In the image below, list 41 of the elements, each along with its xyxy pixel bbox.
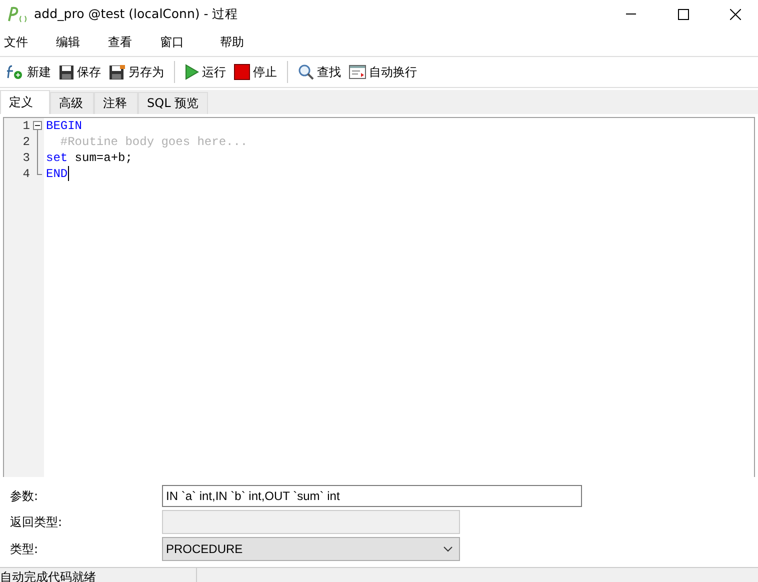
code-editor[interactable]: 1 2 3 4 BEGIN #Routine body goes here... set sum=a+b; END [3, 117, 755, 477]
menu-item[interactable]: 窗口 [160, 34, 216, 50]
toolbar-button[interactable]: 停止 [232, 64, 279, 80]
line-number: 4 [22, 167, 30, 181]
toolbar-button[interactable]: 保存 [57, 64, 103, 80]
parameters-field[interactable]: IN `a` int,IN `b` int,OUT `sum` int [162, 485, 582, 507]
close-icon [730, 8, 740, 20]
tab[interactable]: 定义 [0, 90, 50, 114]
field-label: 返回类型: [10, 514, 64, 530]
toolbar-button[interactable]: 自动换行 [347, 64, 419, 80]
app-logo-icon [6, 5, 28, 23]
menu-item[interactable]: 文件 [4, 34, 52, 50]
line-number: 1 [22, 119, 30, 133]
field-label: 参数: [10, 488, 40, 504]
type-dropdown[interactable]: PROCEDURE [162, 537, 460, 561]
tab[interactable]: 高级 [50, 92, 94, 114]
toolbar-button[interactable]: 新建 [4, 64, 53, 80]
toolbar-button[interactable]: 运行 [183, 64, 228, 80]
toolbar-button[interactable]: 另存为 [107, 64, 166, 80]
collapse-icon[interactable] [33, 118, 42, 134]
line-number: 3 [22, 151, 30, 165]
menu-item[interactable]: 编辑 [56, 34, 104, 50]
code-line: BEGIN [45, 118, 84, 134]
search-icon [298, 64, 314, 80]
code-line: #Routine body goes here... [59, 134, 249, 150]
code-line: END [45, 166, 70, 182]
menu-item[interactable]: 帮助 [220, 34, 268, 50]
menu-item[interactable]: 查看 [108, 34, 156, 50]
stop-icon [234, 64, 250, 80]
chevron-down-icon [443, 546, 453, 552]
text-window-icon [349, 65, 366, 79]
function-add-icon [6, 64, 24, 80]
play-icon [185, 64, 199, 80]
tab[interactable]: SQL 预览 [138, 92, 208, 114]
window-title: add_pro @test (localConn) - 过程 [34, 6, 240, 22]
line-number: 2 [22, 135, 30, 149]
toolbar-button[interactable]: 查找 [296, 64, 343, 80]
field-label: 类型: [10, 540, 40, 558]
maximize-icon [678, 8, 688, 20]
tab[interactable]: 注释 [94, 92, 138, 114]
code-line: set sum=a+b; [45, 150, 134, 166]
